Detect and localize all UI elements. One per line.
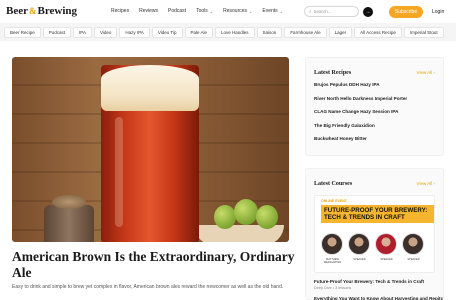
speaker-avatar — [321, 233, 343, 255]
nav-item-podcast[interactable]: Podcast — [168, 8, 186, 14]
recipe-link[interactable]: Buckwheat Honey Bitter — [306, 132, 443, 146]
speaker-name: SPEAKER — [353, 258, 366, 261]
nav-label: Recipes — [111, 8, 130, 14]
tag-pill[interactable]: Lager — [328, 26, 353, 38]
speaker-avatar — [375, 233, 397, 255]
top-header: Beer&Brewing Recipes Reviews Podcast Too… — [0, 0, 456, 22]
tag-pill[interactable]: Imperial Stout — [403, 26, 444, 38]
nav-label: Tools — [196, 8, 208, 14]
recipe-link[interactable]: CLAG Name Change Hazy Session IPA — [306, 105, 443, 119]
article-description: Easy to drink and simple to brew yet com… — [12, 284, 284, 290]
courses-view-all-link[interactable]: View All › — [417, 181, 435, 186]
tag-pill[interactable]: Podcast — [42, 26, 72, 38]
logo-text-right: Brewing — [37, 5, 78, 17]
speaker-avatar — [402, 233, 424, 255]
speaker-name: SPEAKER — [380, 258, 393, 261]
main-nav: Recipes Reviews Podcast Tools ⌄ Resources… — [111, 8, 283, 14]
nav-label: Resources — [223, 8, 248, 14]
arrow-right-icon: → — [365, 9, 371, 15]
search-placeholder: Search... — [313, 9, 332, 14]
hops-image — [202, 197, 289, 242]
tag-pill[interactable]: Pale Ale — [184, 26, 214, 38]
nav-item-recipes[interactable]: Recipes — [111, 8, 129, 14]
chevron-down-icon: ⌄ — [209, 8, 214, 14]
course-banner-image[interactable]: ONLINE EVENT FUTURE-PROOF YOUR BREWERY: … — [314, 195, 435, 273]
course-link[interactable]: Everything You Want to Know About Harves… — [306, 290, 443, 300]
nav-label: Events — [262, 8, 278, 14]
recipes-view-all-link[interactable]: View All › — [417, 70, 435, 75]
recipe-link[interactable]: The Big Friendly Galaxidion — [306, 119, 443, 133]
nav-item-resources[interactable]: Resources ⌄ — [223, 8, 252, 14]
chevron-right-icon: › — [433, 181, 436, 186]
nav-label: Reviews — [139, 8, 158, 14]
view-all-label: View All — [416, 70, 433, 75]
tag-pill[interactable]: Video Tip — [151, 26, 183, 38]
recipe-link[interactable]: Brujos Pepulus DDH Hazy IPA — [306, 78, 443, 92]
logo-text-left: Beer — [6, 5, 28, 17]
search-input[interactable]: ⌕ Search... — [304, 6, 359, 17]
recipe-link[interactable]: River North Hello Darkness Imperial Port… — [306, 92, 443, 106]
subscribe-button[interactable]: Subscribe — [389, 6, 423, 18]
search-submit-button[interactable]: → — [363, 7, 373, 17]
speaker-name: SPEAKER — [407, 258, 420, 261]
banner-title: FUTURE-PROOF YOUR BREWERY: TECH & TRENDS… — [321, 205, 434, 223]
tag-pill[interactable]: All Access Recipe — [354, 26, 402, 38]
tag-pill[interactable]: Video — [93, 26, 118, 38]
latest-recipes-title: Latest Recipes — [314, 69, 352, 76]
latest-courses-panel: Latest Courses View All › ONLINE EVENT F… — [305, 168, 444, 300]
view-all-label: View All — [416, 181, 433, 186]
chevron-right-icon: › — [433, 70, 436, 75]
article-hero-image[interactable] — [12, 57, 289, 242]
beer-foam — [101, 65, 199, 111]
nav-item-events[interactable]: Events ⌄ — [262, 8, 283, 14]
tag-pill[interactable]: Saison — [256, 26, 283, 38]
site-logo[interactable]: Beer&Brewing — [6, 5, 77, 17]
speaker-name: MATTHEW WEINGARTEN — [323, 258, 342, 264]
tag-pill[interactable]: Love Handles — [215, 26, 255, 38]
grain-jar-image — [44, 195, 94, 242]
nav-item-tools[interactable]: Tools ⌄ — [196, 8, 213, 14]
banner-event-label: ONLINE EVENT — [321, 199, 347, 203]
latest-recipes-panel: Latest Recipes View All › Brujos Pepulus… — [305, 57, 444, 156]
speaker-photos — [321, 233, 424, 255]
tag-pill[interactable]: Hazy IPA — [119, 26, 150, 38]
nav-label: Podcast — [168, 8, 187, 14]
chevron-down-icon: ⌄ — [279, 8, 284, 14]
tag-pill[interactable]: Farmhouse Ale — [284, 26, 327, 38]
course-link[interactable]: Future-Proof Your Brewery: Tech & Trends… — [306, 273, 443, 284]
nav-item-reviews[interactable]: Reviews — [139, 8, 158, 14]
speaker-avatar — [348, 233, 370, 255]
speaker-names: MATTHEW WEINGARTEN SPEAKER SPEAKER SPEAK… — [321, 258, 425, 264]
article-title[interactable]: American Brown Is the Extraordinary, Ord… — [12, 249, 297, 280]
beer-glass-image — [101, 65, 199, 242]
tag-pill[interactable]: Beer Recipe — [4, 26, 41, 38]
search-icon: ⌕ — [309, 9, 312, 14]
login-link[interactable]: Login — [432, 9, 444, 15]
latest-courses-title: Latest Courses — [314, 180, 353, 187]
tag-bar: Beer Recipe Podcast IPA Video Hazy IPA V… — [0, 23, 456, 41]
glass-shine — [115, 117, 123, 227]
chevron-down-icon: ⌄ — [249, 8, 253, 14]
tag-pill[interactable]: IPA — [73, 26, 92, 38]
